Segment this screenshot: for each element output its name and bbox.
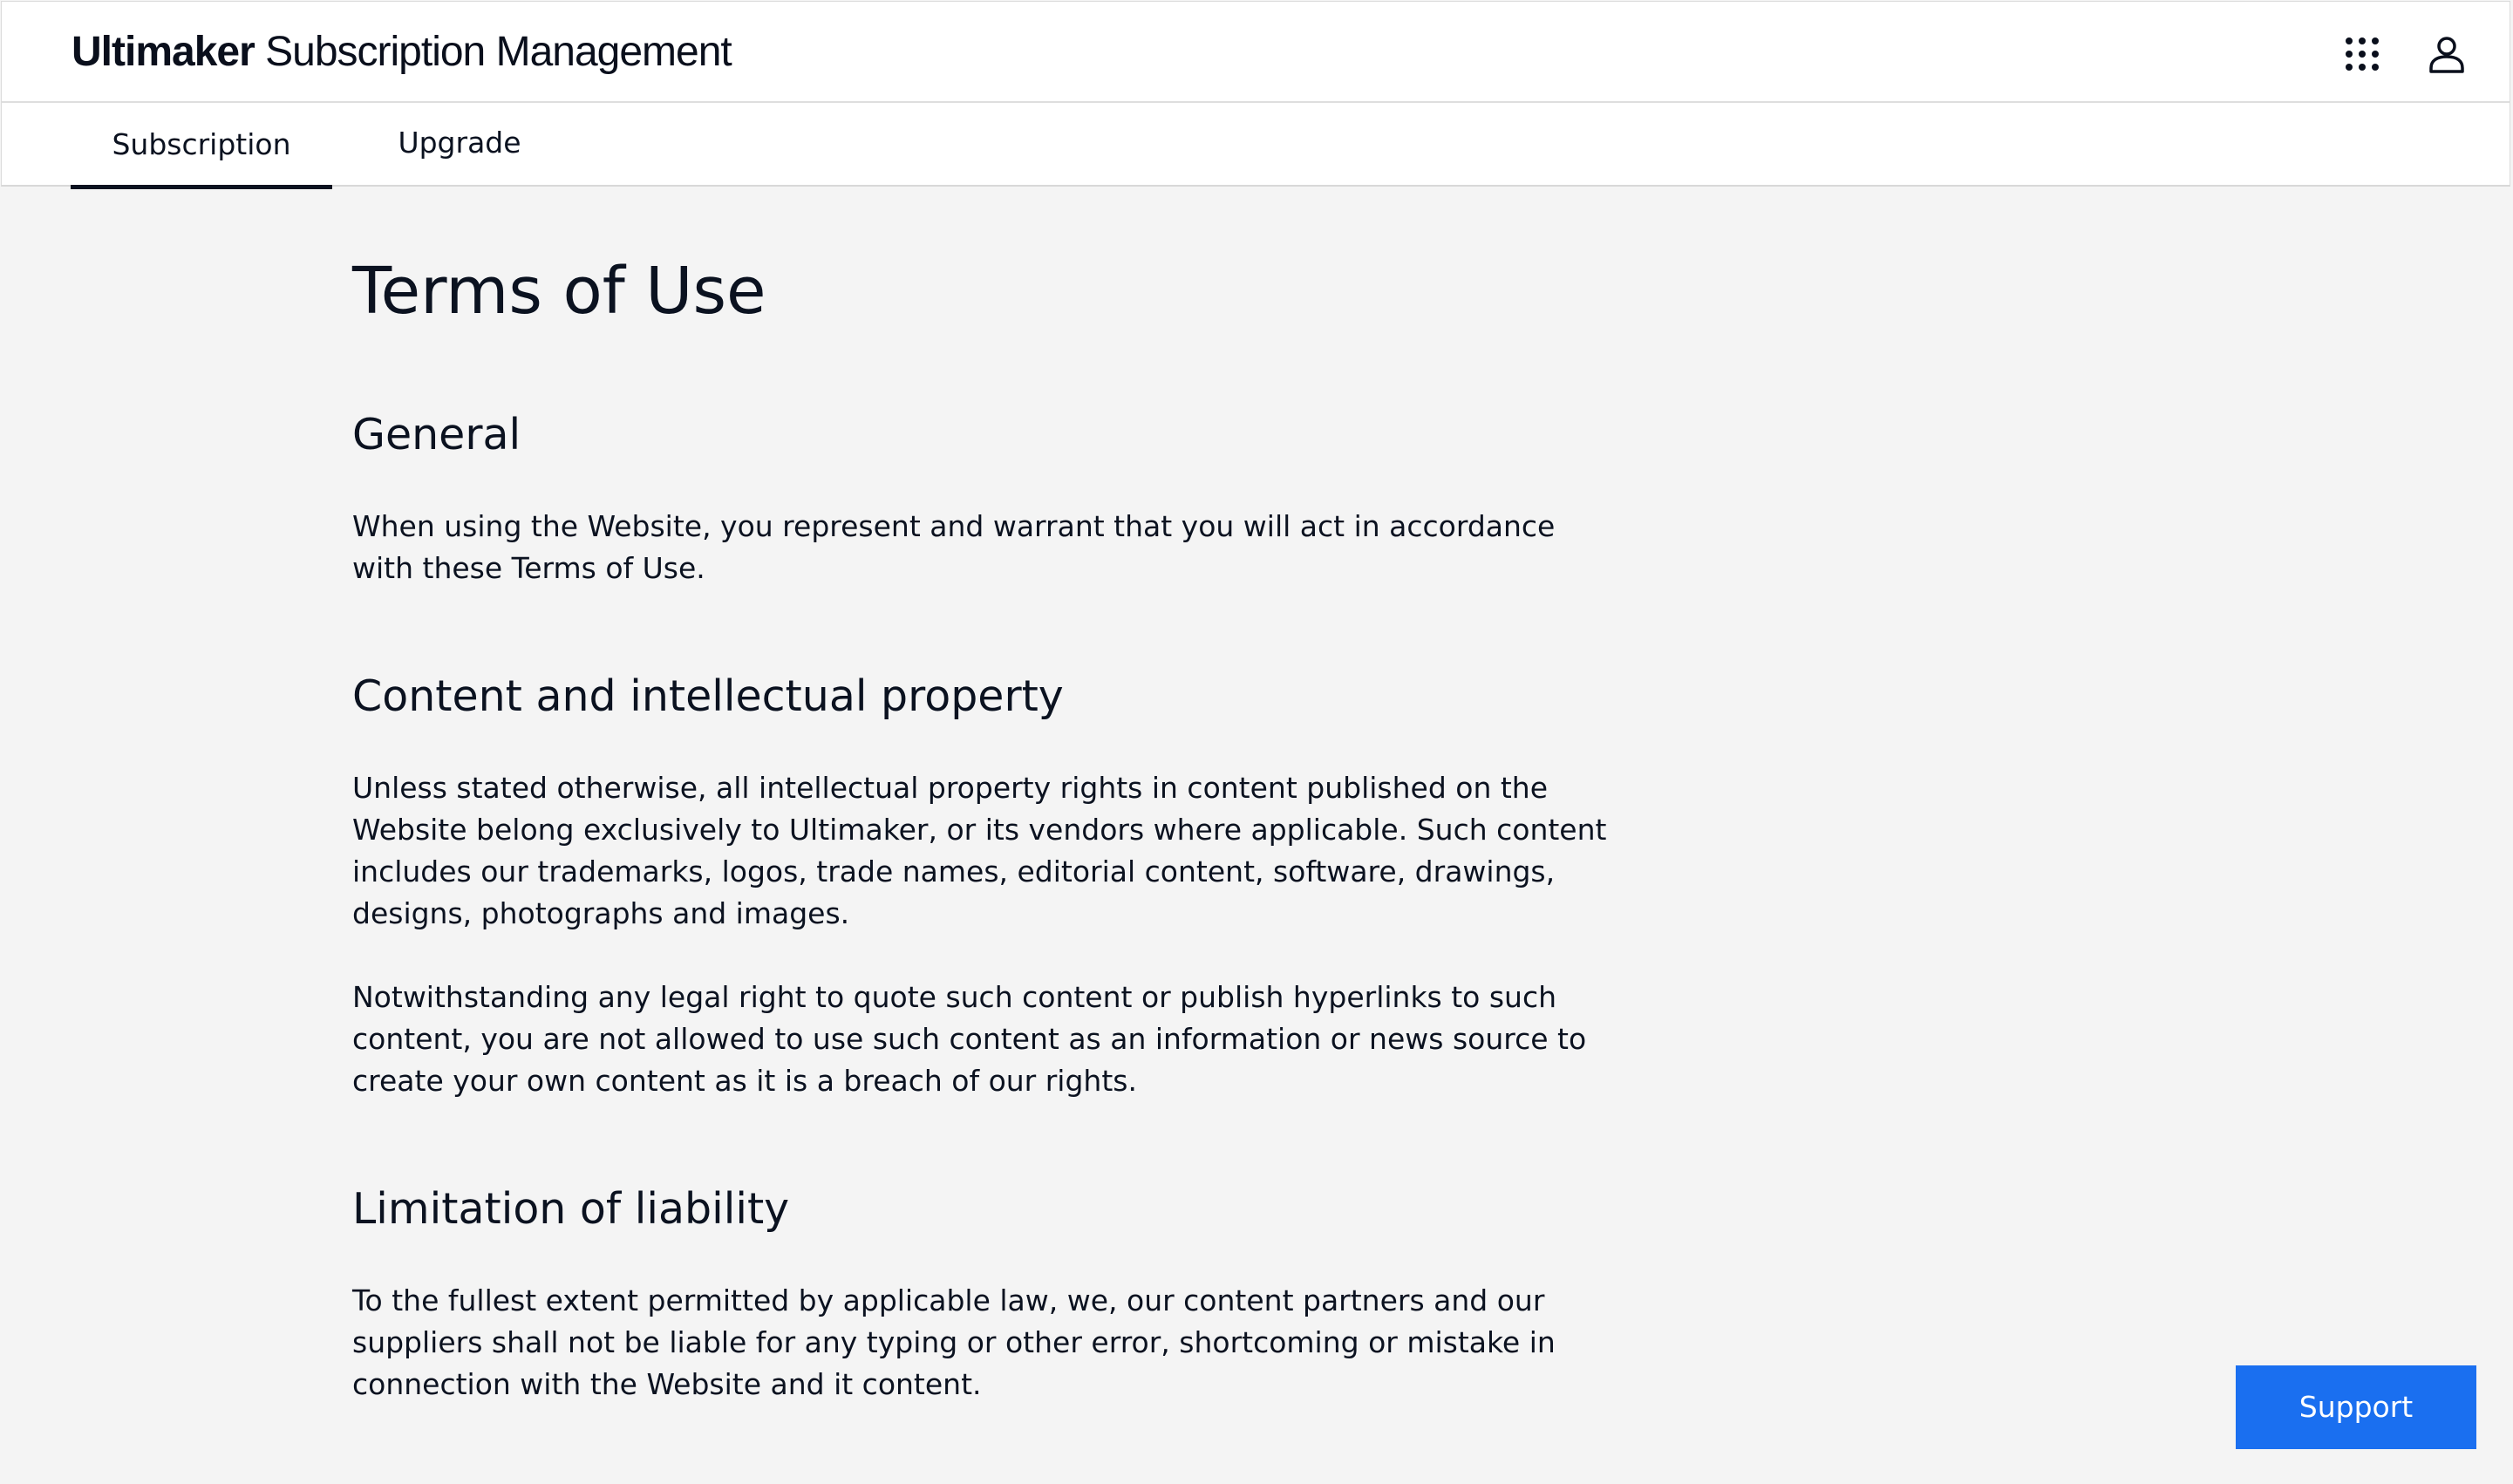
terms-content: Terms of Use General When using the Webs… [352,253,1608,1401]
tab-bar: Subscription Upgrade [1,103,2510,189]
user-account-icon[interactable] [2426,33,2468,75]
tab-upgrade-label: Upgrade [398,126,521,160]
tab-upgrade[interactable]: Upgrade [385,103,534,187]
tab-subscription-label: Subscription [112,127,291,161]
brand-title[interactable]: Ultimaker Subscription Management [72,28,732,76]
active-tab-indicator [71,185,332,189]
tab-subscription[interactable]: Subscription [71,103,332,189]
section-general-paragraph: When using the Website, you represent an… [352,509,1556,585]
section-liability-paragraph: To the fullest extent permitted by appli… [352,1283,1556,1401]
section-content-ip-paragraph-2: Notwithstanding any legal right to quote… [352,980,1587,1098]
page-title: Terms of Use [352,254,766,329]
brand-product-name: Subscription Management [254,29,732,75]
brand-name: Ultimaker [72,29,255,75]
section-heading-general: General [352,410,521,459]
section-content-ip-paragraph-1: Unless stated otherwise, all intellectua… [352,771,1607,930]
section-heading-liability: Limitation of liability [352,1184,790,1234]
section-heading-content-ip: Content and intellectual property [352,671,1064,721]
app-header: Ultimaker Subscription Management [1,1,2510,103]
support-button[interactable]: Support [2236,1365,2476,1449]
apps-grid-icon[interactable] [2346,37,2379,71]
